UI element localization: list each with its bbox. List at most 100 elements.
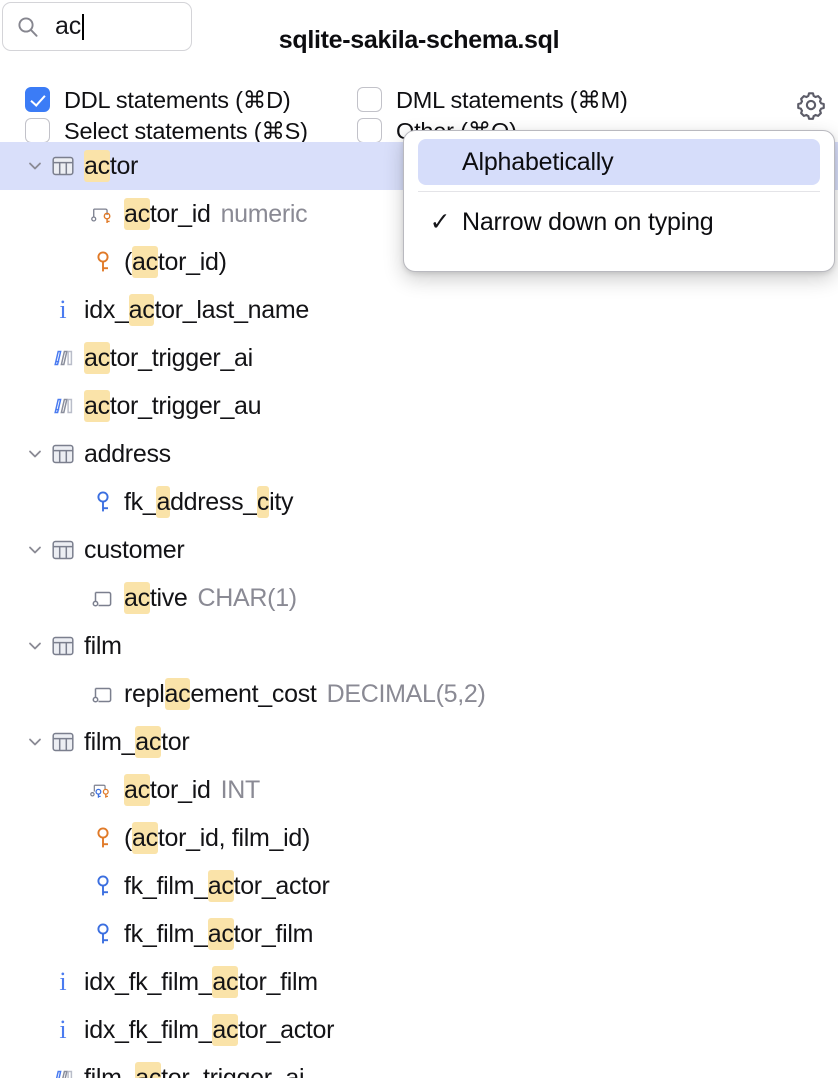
tree-row-label: address xyxy=(84,440,171,469)
tree-row[interactable]: iidx_fk_film_actor_film xyxy=(0,958,838,1006)
menu-separator xyxy=(418,191,820,192)
tree-row-label: film_actor_trigger_ai xyxy=(84,1064,304,1078)
key-blue-icon xyxy=(88,487,118,517)
trigger-icon xyxy=(48,343,78,373)
tree-row[interactable]: iidx_actor_last_name xyxy=(0,286,838,334)
table-icon xyxy=(48,439,78,469)
table-icon xyxy=(48,727,78,757)
table-icon xyxy=(48,151,78,181)
tree-row-type: CHAR(1) xyxy=(198,584,297,613)
chevron-placeholder xyxy=(62,825,88,851)
chevron-placeholder xyxy=(62,921,88,947)
chevron-down-icon[interactable] xyxy=(22,441,48,467)
tree-row-label: film_actor xyxy=(84,728,189,757)
tree-row-label: idx_fk_film_actor_film xyxy=(84,968,318,997)
tree-row-label: actor_trigger_au xyxy=(84,392,261,421)
tree-row[interactable]: actor_id INT xyxy=(0,766,838,814)
chevron-placeholder xyxy=(22,969,48,995)
tree-row[interactable]: fk_address_city xyxy=(0,478,838,526)
tree-row[interactable]: address xyxy=(0,430,838,478)
tree-row-label: replacement_cost xyxy=(124,680,317,709)
menu-item-narrow-down-on-typing[interactable]: ✓ Narrow down on typing xyxy=(418,199,820,245)
column-icon xyxy=(88,583,118,613)
chevron-placeholder xyxy=(62,681,88,707)
schema-navigator-popup: ac sqlite-sakila-schema.sql DDL statemen… xyxy=(0,0,838,1078)
checkbox-other-statements[interactable] xyxy=(357,118,382,143)
chevron-placeholder xyxy=(22,1065,48,1078)
checkbox-ddl-statements[interactable] xyxy=(25,87,50,112)
table-icon xyxy=(48,631,78,661)
table-icon xyxy=(48,535,78,565)
chevron-down-icon[interactable] xyxy=(22,633,48,659)
index-icon: i xyxy=(48,1015,78,1045)
chevron-placeholder xyxy=(62,585,88,611)
index-icon: i xyxy=(48,295,78,325)
tree-row-label: fk_film_actor_actor xyxy=(124,872,330,901)
chevron-placeholder xyxy=(62,873,88,899)
checkbox-select-statements[interactable] xyxy=(25,118,50,143)
filter-ddl-label: DDL statements (⌘D) xyxy=(64,86,290,114)
schema-tree[interactable]: actoractor_idnumeric(actor_id)iidx_actor… xyxy=(0,142,838,1078)
tree-row[interactable]: active CHAR(1) xyxy=(0,574,838,622)
key-blue-icon xyxy=(88,871,118,901)
filter-ddl-statements[interactable]: DDL statements (⌘D) xyxy=(25,84,308,115)
chevron-placeholder xyxy=(22,345,48,371)
key-blue-icon xyxy=(88,919,118,949)
tree-row-type: INT xyxy=(221,776,260,805)
tree-row[interactable]: film xyxy=(0,622,838,670)
tree-row-label: active xyxy=(124,584,188,613)
tree-row-label: actor xyxy=(84,152,138,181)
sort-options-menu[interactable]: Alphabetically ✓ Narrow down on typing xyxy=(403,130,835,272)
chevron-placeholder xyxy=(62,201,88,227)
tree-row[interactable]: fk_film_actor_actor xyxy=(0,862,838,910)
tree-row[interactable]: (actor_id, film_id) xyxy=(0,814,838,862)
chevron-placeholder xyxy=(22,393,48,419)
tree-row[interactable]: actor_trigger_ai xyxy=(0,334,838,382)
chevron-placeholder xyxy=(62,249,88,275)
column-fk-pk-icon xyxy=(88,775,118,805)
tree-row-label: actor_trigger_ai xyxy=(84,344,253,373)
tree-row[interactable]: iidx_fk_film_actor_actor xyxy=(0,1006,838,1054)
gear-icon xyxy=(796,90,826,120)
tree-row-type: numeric xyxy=(221,200,308,229)
tree-row-label: actor_id xyxy=(124,776,211,805)
chevron-down-icon[interactable] xyxy=(22,729,48,755)
column-pk-icon xyxy=(88,199,118,229)
chevron-down-icon[interactable] xyxy=(22,537,48,563)
chevron-down-icon[interactable] xyxy=(22,153,48,179)
filter-select-label: Select statements (⌘S) xyxy=(64,117,308,145)
tree-row[interactable]: replacement_cost DECIMAL(5,2) xyxy=(0,670,838,718)
chevron-placeholder xyxy=(62,777,88,803)
popup-header: ac sqlite-sakila-schema.sql xyxy=(0,0,838,78)
key-orange-icon xyxy=(88,247,118,277)
index-icon: i xyxy=(48,967,78,997)
settings-button[interactable] xyxy=(794,88,828,122)
filter-dml-statements[interactable]: DML statements (⌘M) xyxy=(357,84,628,115)
key-orange-icon xyxy=(88,823,118,853)
filter-column-left: DDL statements (⌘D) Select statements (⌘… xyxy=(25,84,308,146)
tree-row[interactable]: actor_trigger_au xyxy=(0,382,838,430)
tree-row[interactable]: film_actor xyxy=(0,718,838,766)
menu-item-narrow-down-label: Narrow down on typing xyxy=(462,208,714,237)
tree-row-label: fk_film_actor_film xyxy=(124,920,313,949)
menu-item-alphabetically[interactable]: Alphabetically xyxy=(418,139,820,185)
trigger-icon xyxy=(48,391,78,421)
checkbox-dml-statements[interactable] xyxy=(357,87,382,112)
tree-row-label: idx_actor_last_name xyxy=(84,296,309,325)
tree-row-label: actor_id xyxy=(124,200,211,229)
check-icon: ✓ xyxy=(418,207,462,237)
tree-row[interactable]: fk_film_actor_film xyxy=(0,910,838,958)
chevron-placeholder xyxy=(22,1017,48,1043)
menu-item-alphabetically-label: Alphabetically xyxy=(462,148,613,177)
tree-row-type: DECIMAL(5,2) xyxy=(327,680,486,709)
tree-row-label: idx_fk_film_actor_actor xyxy=(84,1016,334,1045)
chevron-placeholder xyxy=(22,297,48,323)
trigger-icon xyxy=(48,1063,78,1078)
tree-row-label: (actor_id, film_id) xyxy=(124,824,310,853)
tree-row[interactable]: film_actor_trigger_ai xyxy=(0,1054,838,1078)
tree-row-label: customer xyxy=(84,536,184,565)
tree-row-label: film xyxy=(84,632,122,661)
tree-row[interactable]: customer xyxy=(0,526,838,574)
tree-row-label: fk_address_city xyxy=(124,488,293,517)
chevron-placeholder xyxy=(62,489,88,515)
